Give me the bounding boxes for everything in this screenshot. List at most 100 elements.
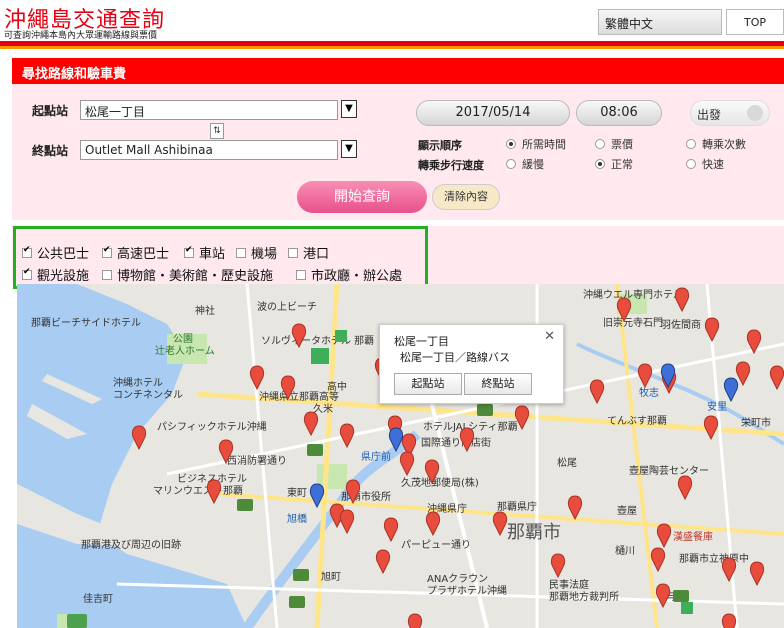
map-label: 県庁前: [361, 450, 391, 463]
map-label: 牧志: [639, 386, 659, 399]
radio-icon: [595, 139, 605, 149]
poi-pin[interactable]: [637, 363, 653, 389]
map-label: 旧崇元寺石門: [603, 317, 663, 329]
map-label: 旭橋: [287, 512, 307, 525]
map-label: 辻老人ホーム: [155, 344, 215, 357]
map-label: 沖縄ウエル専門ホテル: [583, 288, 683, 301]
sightseeing-marker[interactable]: [335, 330, 347, 342]
map-label: 久茂地郵便局(株): [401, 476, 479, 489]
route-shield: [67, 614, 87, 628]
walk-option-fast[interactable]: 快速: [686, 156, 724, 172]
poi-pin[interactable]: [655, 583, 671, 609]
sightseeing-marker[interactable]: [681, 602, 693, 614]
popup-title: 松尾一丁目: [394, 335, 449, 348]
poi-pin[interactable]: [407, 613, 423, 628]
map-label: 佳吉町: [83, 592, 113, 605]
panel-title: 尋找路線和驗車費: [12, 58, 784, 84]
site-subtitle: 可查詢沖繩本島內大眾運輸路線與票價: [4, 31, 158, 41]
poi-pin[interactable]: [425, 511, 441, 537]
popup-subtitle: 松尾一丁目／路線バス: [400, 351, 510, 364]
poi-pin[interactable]: [704, 317, 720, 343]
map-label: コンチネンタル: [113, 389, 183, 401]
map-label: 栄町市: [741, 416, 771, 429]
order-label: 顯示順序: [418, 139, 462, 152]
map-label: 国際通り商店街: [421, 436, 491, 449]
top-button[interactable]: TOP: [726, 9, 784, 35]
poi-pin[interactable]: [735, 361, 751, 387]
set-destination-button[interactable]: 終點站: [464, 373, 532, 395]
map-label: パシフィックホテル沖縄: [157, 420, 267, 433]
poi-pin[interactable]: [589, 379, 605, 405]
map-label: 民事法庭: [549, 578, 589, 591]
walk-option-normal[interactable]: 正常: [595, 156, 633, 172]
poi-pin[interactable]: [769, 365, 784, 391]
sightseeing-marker[interactable]: [311, 348, 329, 364]
poi-pin[interactable]: [339, 423, 355, 449]
route-shield: [307, 444, 323, 456]
to-station-input[interactable]: Outlet Mall Ashibinaa: [80, 140, 338, 160]
poi-pin[interactable]: [383, 517, 399, 543]
poi-pin[interactable]: [550, 553, 566, 579]
map-label: 那覇港及び周辺の旧跡: [81, 538, 181, 551]
close-icon[interactable]: ✕: [544, 329, 555, 344]
map-label: 公園: [173, 333, 193, 345]
poi-pin[interactable]: [249, 365, 265, 391]
poi-pin[interactable]: [492, 511, 508, 537]
swap-stations-button[interactable]: ⇅: [210, 123, 224, 139]
filter-highlight-frame: [13, 226, 428, 289]
order-option-fare[interactable]: 票價: [595, 136, 633, 152]
poi-pin[interactable]: [399, 451, 415, 477]
clear-button[interactable]: 清除內容: [432, 184, 500, 210]
poi-pin[interactable]: [131, 425, 147, 451]
map-label: てんぶす那覇: [607, 415, 667, 427]
poi-pin[interactable]: [303, 411, 319, 437]
date-picker[interactable]: 2017/05/14: [416, 100, 570, 126]
radio-icon: [506, 159, 516, 169]
to-dropdown-button[interactable]: ▼: [341, 140, 357, 158]
map-label: 西消防署通り: [227, 454, 287, 467]
time-picker[interactable]: 08:06: [576, 100, 662, 126]
station-pin[interactable]: [723, 377, 739, 403]
from-station-input[interactable]: 松尾一丁目: [80, 100, 338, 120]
depart-arrive-select[interactable]: 出發: [690, 100, 770, 126]
map-label: 壺屋: [617, 505, 637, 517]
from-dropdown-button[interactable]: ▼: [341, 100, 357, 118]
poi-pin[interactable]: [375, 549, 391, 575]
map-label: 東町: [287, 486, 307, 499]
order-option-time[interactable]: 所需時間: [506, 136, 566, 152]
map-label: 安里: [707, 400, 727, 413]
chevron-down-icon: [747, 105, 763, 121]
map-label: 那覇ビーチサイドホテル: [31, 317, 141, 329]
search-button[interactable]: 開始查詢: [297, 181, 427, 213]
poi-pin[interactable]: [677, 475, 693, 501]
header-divider-accent: [0, 46, 784, 49]
language-select[interactable]: 繁體中文: [598, 9, 722, 35]
set-origin-button[interactable]: 起點站: [394, 373, 462, 395]
poi-pin[interactable]: [650, 547, 666, 573]
map-label: ソルヴィータホテル 那覇: [261, 334, 374, 347]
from-label: 起點站: [32, 104, 69, 118]
map-label: 漢盛餐庫: [673, 530, 713, 543]
poi-pin[interactable]: [703, 415, 719, 441]
map-label: 那覇県庁: [497, 500, 537, 513]
route-shield: [477, 404, 493, 416]
walk-option-slow[interactable]: 緩慢: [506, 156, 544, 172]
poi-pin[interactable]: [656, 523, 672, 549]
map-label: 那覇市: [507, 522, 561, 543]
poi-pin[interactable]: [749, 561, 765, 587]
poi-pin[interactable]: [567, 495, 583, 521]
radio-icon: [506, 139, 516, 149]
station-pin[interactable]: [309, 483, 325, 509]
depart-label: 出發: [697, 108, 722, 122]
poi-pin[interactable]: [339, 509, 355, 535]
poi-pin[interactable]: [674, 287, 690, 313]
map-label: パーピュー通り: [401, 539, 471, 551]
poi-pin[interactable]: [206, 479, 222, 505]
map-label: 神社: [195, 304, 215, 317]
poi-pin[interactable]: [721, 613, 737, 628]
map-label: 那覇市立神原中: [679, 552, 749, 565]
map-label: プラザホテル沖縄: [427, 584, 507, 597]
to-label: 終點站: [32, 144, 69, 158]
map-label: 壺屋陶芸センター: [629, 464, 709, 477]
order-option-transfers[interactable]: 轉乘次數: [686, 136, 746, 152]
